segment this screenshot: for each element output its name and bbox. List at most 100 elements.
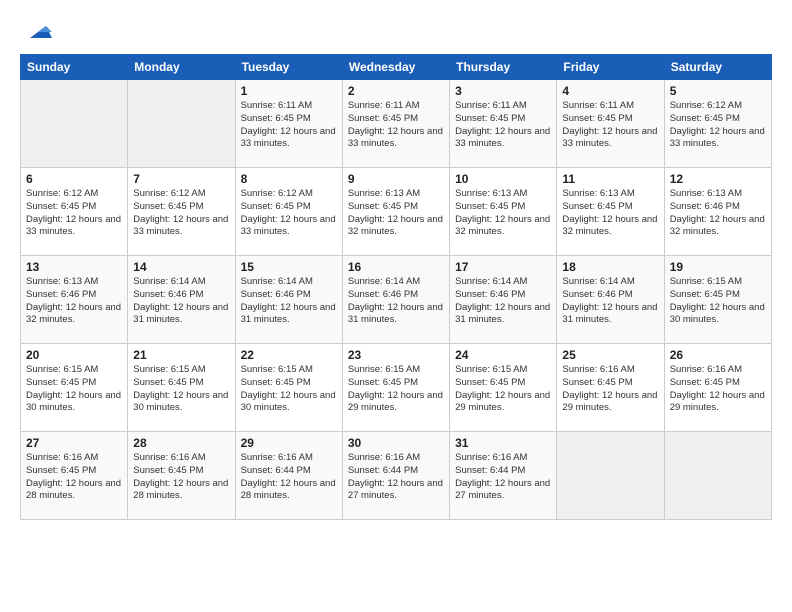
day-number: 17 [455, 260, 551, 274]
logo-icon [24, 16, 52, 44]
day-number: 27 [26, 436, 122, 450]
day-number: 19 [670, 260, 766, 274]
calendar-cell: 25 Sunrise: 6:16 AM Sunset: 6:45 PM Dayli… [557, 344, 664, 432]
calendar-cell: 28 Sunrise: 6:16 AM Sunset: 6:45 PM Dayli… [128, 432, 235, 520]
day-info: Sunrise: 6:12 AM Sunset: 6:45 PM Dayligh… [26, 188, 122, 239]
day-info: Sunrise: 6:12 AM Sunset: 6:45 PM Dayligh… [670, 100, 766, 151]
calendar-cell: 22 Sunrise: 6:15 AM Sunset: 6:45 PM Dayli… [235, 344, 342, 432]
calendar-body: 1 Sunrise: 6:11 AM Sunset: 6:45 PM Daylig… [21, 80, 772, 520]
day-number: 24 [455, 348, 551, 362]
day-number: 25 [562, 348, 658, 362]
day-number: 12 [670, 172, 766, 186]
day-info: Sunrise: 6:11 AM Sunset: 6:45 PM Dayligh… [455, 100, 551, 151]
calendar-cell: 3Sunrise: 6:11 AM Sunset: 6:45 PM Daylig… [450, 80, 557, 168]
day-number: 8 [241, 172, 337, 186]
day-info: Sunrise: 6:14 AM Sunset: 6:46 PM Dayligh… [562, 276, 658, 327]
calendar-cell: 29 Sunrise: 6:16 AM Sunset: 6:44 PM Dayli… [235, 432, 342, 520]
calendar-cell [557, 432, 664, 520]
day-info: Sunrise: 6:15 AM Sunset: 6:45 PM Dayligh… [455, 364, 551, 415]
calendar-cell: 21 Sunrise: 6:15 AM Sunset: 6:45 PM Dayli… [128, 344, 235, 432]
calendar-cell: 19 Sunrise: 6:15 AM Sunset: 6:45 PM Dayli… [664, 256, 771, 344]
week-row-4: 27 Sunrise: 6:16 AM Sunset: 6:45 PM Dayli… [21, 432, 772, 520]
day-info: Sunrise: 6:13 AM Sunset: 6:45 PM Dayligh… [562, 188, 658, 239]
calendar-cell: 14Sunrise: 6:14 AM Sunset: 6:46 PM Dayli… [128, 256, 235, 344]
day-info: Sunrise: 6:16 AM Sunset: 6:44 PM Dayligh… [348, 452, 444, 503]
day-info: Sunrise: 6:16 AM Sunset: 6:45 PM Dayligh… [26, 452, 122, 503]
day-info: Sunrise: 6:16 AM Sunset: 6:45 PM Dayligh… [562, 364, 658, 415]
day-number: 5 [670, 84, 766, 98]
day-number: 4 [562, 84, 658, 98]
col-sunday: Sunday [21, 55, 128, 80]
page: Sunday Monday Tuesday Wednesday Thursday… [0, 0, 792, 612]
day-number: 11 [562, 172, 658, 186]
calendar-cell: 31 Sunrise: 6:16 AM Sunset: 6:44 PM Dayli… [450, 432, 557, 520]
day-number: 29 [241, 436, 337, 450]
day-number: 10 [455, 172, 551, 186]
day-number: 23 [348, 348, 444, 362]
day-number: 1 [241, 84, 337, 98]
day-number: 20 [26, 348, 122, 362]
calendar: Sunday Monday Tuesday Wednesday Thursday… [20, 54, 772, 520]
calendar-cell: 16Sunrise: 6:14 AM Sunset: 6:46 PM Dayli… [342, 256, 449, 344]
day-number: 22 [241, 348, 337, 362]
day-number: 30 [348, 436, 444, 450]
day-number: 6 [26, 172, 122, 186]
day-number: 18 [562, 260, 658, 274]
day-info: Sunrise: 6:15 AM Sunset: 6:45 PM Dayligh… [670, 276, 766, 327]
day-number: 28 [133, 436, 229, 450]
calendar-cell: 18 Sunrise: 6:14 AM Sunset: 6:46 PM Dayli… [557, 256, 664, 344]
day-info: Sunrise: 6:11 AM Sunset: 6:45 PM Dayligh… [241, 100, 337, 151]
header-row: Sunday Monday Tuesday Wednesday Thursday… [21, 55, 772, 80]
calendar-cell: 12 Sunrise: 6:13 AM Sunset: 6:46 PM Dayli… [664, 168, 771, 256]
calendar-cell: 5 Sunrise: 6:12 AM Sunset: 6:45 PM Daylig… [664, 80, 771, 168]
calendar-cell: 10 Sunrise: 6:13 AM Sunset: 6:45 PM Dayli… [450, 168, 557, 256]
day-info: Sunrise: 6:11 AM Sunset: 6:45 PM Dayligh… [348, 100, 444, 151]
calendar-cell: 20 Sunrise: 6:15 AM Sunset: 6:45 PM Dayli… [21, 344, 128, 432]
col-saturday: Saturday [664, 55, 771, 80]
day-info: Sunrise: 6:15 AM Sunset: 6:45 PM Dayligh… [133, 364, 229, 415]
calendar-cell: 1 Sunrise: 6:11 AM Sunset: 6:45 PM Daylig… [235, 80, 342, 168]
calendar-cell: 6 Sunrise: 6:12 AM Sunset: 6:45 PM Daylig… [21, 168, 128, 256]
col-friday: Friday [557, 55, 664, 80]
day-info: Sunrise: 6:15 AM Sunset: 6:45 PM Dayligh… [241, 364, 337, 415]
day-info: Sunrise: 6:13 AM Sunset: 6:45 PM Dayligh… [348, 188, 444, 239]
week-row-0: 1 Sunrise: 6:11 AM Sunset: 6:45 PM Daylig… [21, 80, 772, 168]
calendar-cell: 23 Sunrise: 6:15 AM Sunset: 6:45 PM Dayli… [342, 344, 449, 432]
day-info: Sunrise: 6:14 AM Sunset: 6:46 PM Dayligh… [241, 276, 337, 327]
day-info: Sunrise: 6:13 AM Sunset: 6:46 PM Dayligh… [26, 276, 122, 327]
day-number: 14 [133, 260, 229, 274]
calendar-cell: 27 Sunrise: 6:16 AM Sunset: 6:45 PM Dayli… [21, 432, 128, 520]
calendar-cell: 17Sunrise: 6:14 AM Sunset: 6:46 PM Dayli… [450, 256, 557, 344]
day-info: Sunrise: 6:16 AM Sunset: 6:44 PM Dayligh… [455, 452, 551, 503]
day-info: Sunrise: 6:13 AM Sunset: 6:46 PM Dayligh… [670, 188, 766, 239]
col-wednesday: Wednesday [342, 55, 449, 80]
col-monday: Monday [128, 55, 235, 80]
day-info: Sunrise: 6:16 AM Sunset: 6:45 PM Dayligh… [670, 364, 766, 415]
week-row-3: 20 Sunrise: 6:15 AM Sunset: 6:45 PM Dayli… [21, 344, 772, 432]
calendar-cell: 11 Sunrise: 6:13 AM Sunset: 6:45 PM Dayli… [557, 168, 664, 256]
logo [20, 16, 52, 44]
day-number: 9 [348, 172, 444, 186]
day-number: 7 [133, 172, 229, 186]
day-number: 26 [670, 348, 766, 362]
week-row-2: 13Sunrise: 6:13 AM Sunset: 6:46 PM Dayli… [21, 256, 772, 344]
col-thursday: Thursday [450, 55, 557, 80]
day-number: 21 [133, 348, 229, 362]
day-info: Sunrise: 6:15 AM Sunset: 6:45 PM Dayligh… [348, 364, 444, 415]
day-info: Sunrise: 6:16 AM Sunset: 6:44 PM Dayligh… [241, 452, 337, 503]
day-number: 31 [455, 436, 551, 450]
calendar-cell: 8Sunrise: 6:12 AM Sunset: 6:45 PM Daylig… [235, 168, 342, 256]
calendar-cell: 2 Sunrise: 6:11 AM Sunset: 6:45 PM Daylig… [342, 80, 449, 168]
day-info: Sunrise: 6:13 AM Sunset: 6:45 PM Dayligh… [455, 188, 551, 239]
calendar-cell: 26 Sunrise: 6:16 AM Sunset: 6:45 PM Dayli… [664, 344, 771, 432]
day-info: Sunrise: 6:11 AM Sunset: 6:45 PM Dayligh… [562, 100, 658, 151]
calendar-cell: 4 Sunrise: 6:11 AM Sunset: 6:45 PM Daylig… [557, 80, 664, 168]
calendar-header: Sunday Monday Tuesday Wednesday Thursday… [21, 55, 772, 80]
day-number: 15 [241, 260, 337, 274]
day-number: 2 [348, 84, 444, 98]
day-info: Sunrise: 6:14 AM Sunset: 6:46 PM Dayligh… [348, 276, 444, 327]
week-row-1: 6 Sunrise: 6:12 AM Sunset: 6:45 PM Daylig… [21, 168, 772, 256]
calendar-cell: 24 Sunrise: 6:15 AM Sunset: 6:45 PM Dayli… [450, 344, 557, 432]
day-info: Sunrise: 6:15 AM Sunset: 6:45 PM Dayligh… [26, 364, 122, 415]
day-info: Sunrise: 6:16 AM Sunset: 6:45 PM Dayligh… [133, 452, 229, 503]
